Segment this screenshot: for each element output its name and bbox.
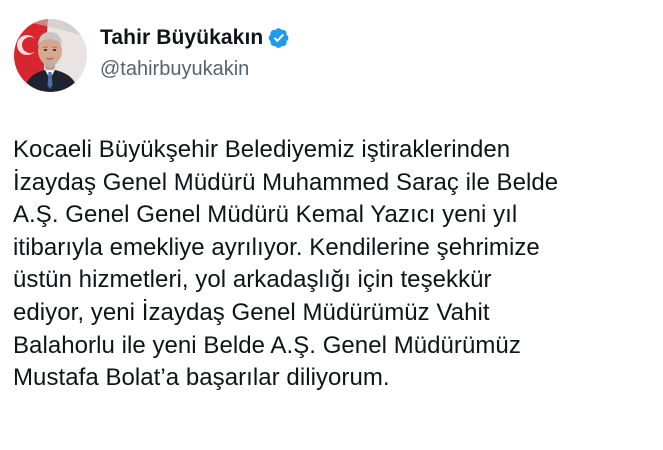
- author-display-name[interactable]: Tahir Büyükakın: [100, 25, 263, 51]
- tweet-card: Tahir Büyükakın @tahirbuyukakin Kocaeli …: [0, 0, 663, 450]
- tweet-header: Tahir Büyükakın @tahirbuyukakin: [14, 18, 290, 92]
- tweet-text: Kocaeli Büyükşehir Belediyemiz iştirakle…: [13, 136, 559, 392]
- name-row: Tahir Büyükakın: [100, 25, 290, 51]
- author-info: Tahir Büyükakın @tahirbuyukakin: [100, 25, 290, 82]
- avatar[interactable]: [14, 18, 87, 92]
- verified-badge-icon: [268, 27, 290, 49]
- author-handle[interactable]: @tahirbuyukakin: [100, 56, 290, 82]
- avatar-image: [14, 18, 87, 92]
